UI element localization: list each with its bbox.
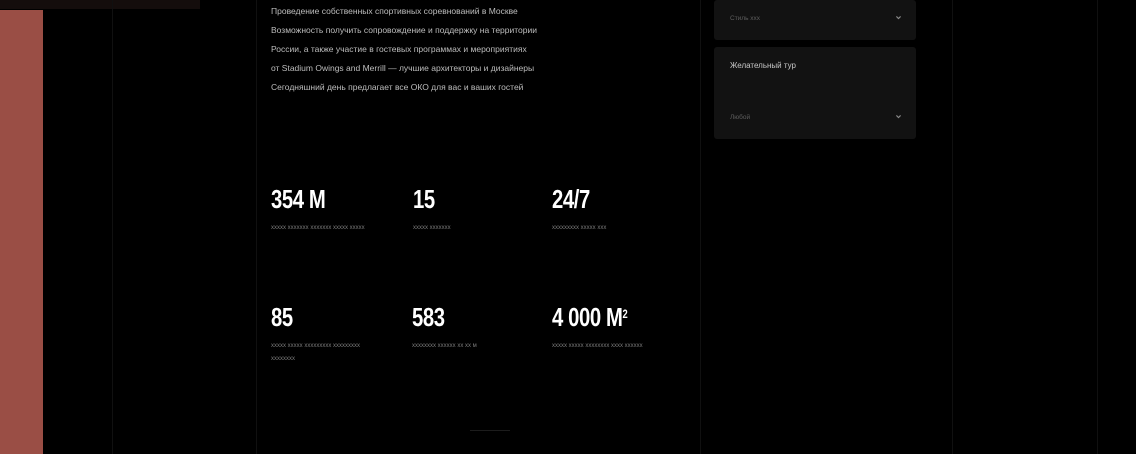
intro-line: Проведение собственных спортивных соревн… [271, 6, 518, 16]
stat-value: 583 [412, 302, 445, 332]
stat-caption: ххххххххх ххххх ххх [552, 225, 607, 231]
filter-select-value: Стиль ххх [730, 15, 761, 22]
top-strip [0, 0, 200, 9]
stat-item: 15 ххххх ххххххх [413, 185, 523, 235]
stat-value: 24/7 [552, 184, 590, 214]
intro-line: России, а также участие в гостевых прогр… [271, 44, 527, 54]
intro-paragraph: Проведение собственных спортивных соревн… [271, 2, 651, 97]
grid-line [1097, 0, 1098, 454]
stat-item: 85 ххххх ххххх ххххххххх ххххххххх ххххх… [271, 303, 381, 366]
stat-value: 4 000 M2 [552, 303, 638, 331]
grid-line [256, 0, 257, 454]
divider [470, 430, 510, 431]
stat-value-number: 4 000 M [552, 302, 623, 332]
stat-item: 354 M ххххх ххххххх ххххххх ххххх ххххх [271, 185, 381, 235]
filter-select-label: Желательный тур [730, 61, 796, 70]
stat-caption: ххххх ххххх хххххххх хххх хххххх [552, 343, 643, 349]
filter-select-tour[interactable]: Желательный тур Любой [714, 47, 916, 139]
filter-select-first[interactable]: Стиль ххх [714, 0, 916, 40]
stat-caption: ххххх ххххххх ххххххх ххххх ххххх [271, 225, 365, 231]
grid-line [952, 0, 953, 454]
stat-value: 85 [271, 302, 293, 332]
grid-line [700, 0, 701, 454]
stat-value: 15 [413, 184, 435, 214]
stat-item: 583 хххххххх хххххх хх хх м [412, 303, 522, 353]
stat-item: 24/7 ххххххххх ххххх ххх [552, 185, 662, 235]
stat-item: 4 000 M2 ххххх ххххх хххххххх хххх ххххх… [552, 303, 662, 353]
stat-caption: ххххх ххххххх [413, 225, 451, 231]
filter-select-value: Любой [730, 114, 751, 121]
accent-bar [0, 10, 43, 454]
chevron-down-icon [896, 16, 901, 20]
grid-line [112, 0, 113, 454]
stat-value-superscript: 2 [622, 307, 628, 321]
stat-caption: ххххх ххххх ххххххххх ххххххххх хххххххх [271, 343, 361, 362]
intro-line: Сегодняшний день предлагает все ОКО для … [271, 82, 524, 92]
intro-line: Возможность получить сопровождение и под… [271, 25, 538, 35]
stat-value: 354 M [271, 184, 326, 214]
intro-line: от Stadium Owings and Merrill — лучшие а… [271, 63, 535, 73]
stat-caption: хххххххх хххххх хх хх м [412, 343, 477, 349]
chevron-down-icon [896, 115, 901, 119]
